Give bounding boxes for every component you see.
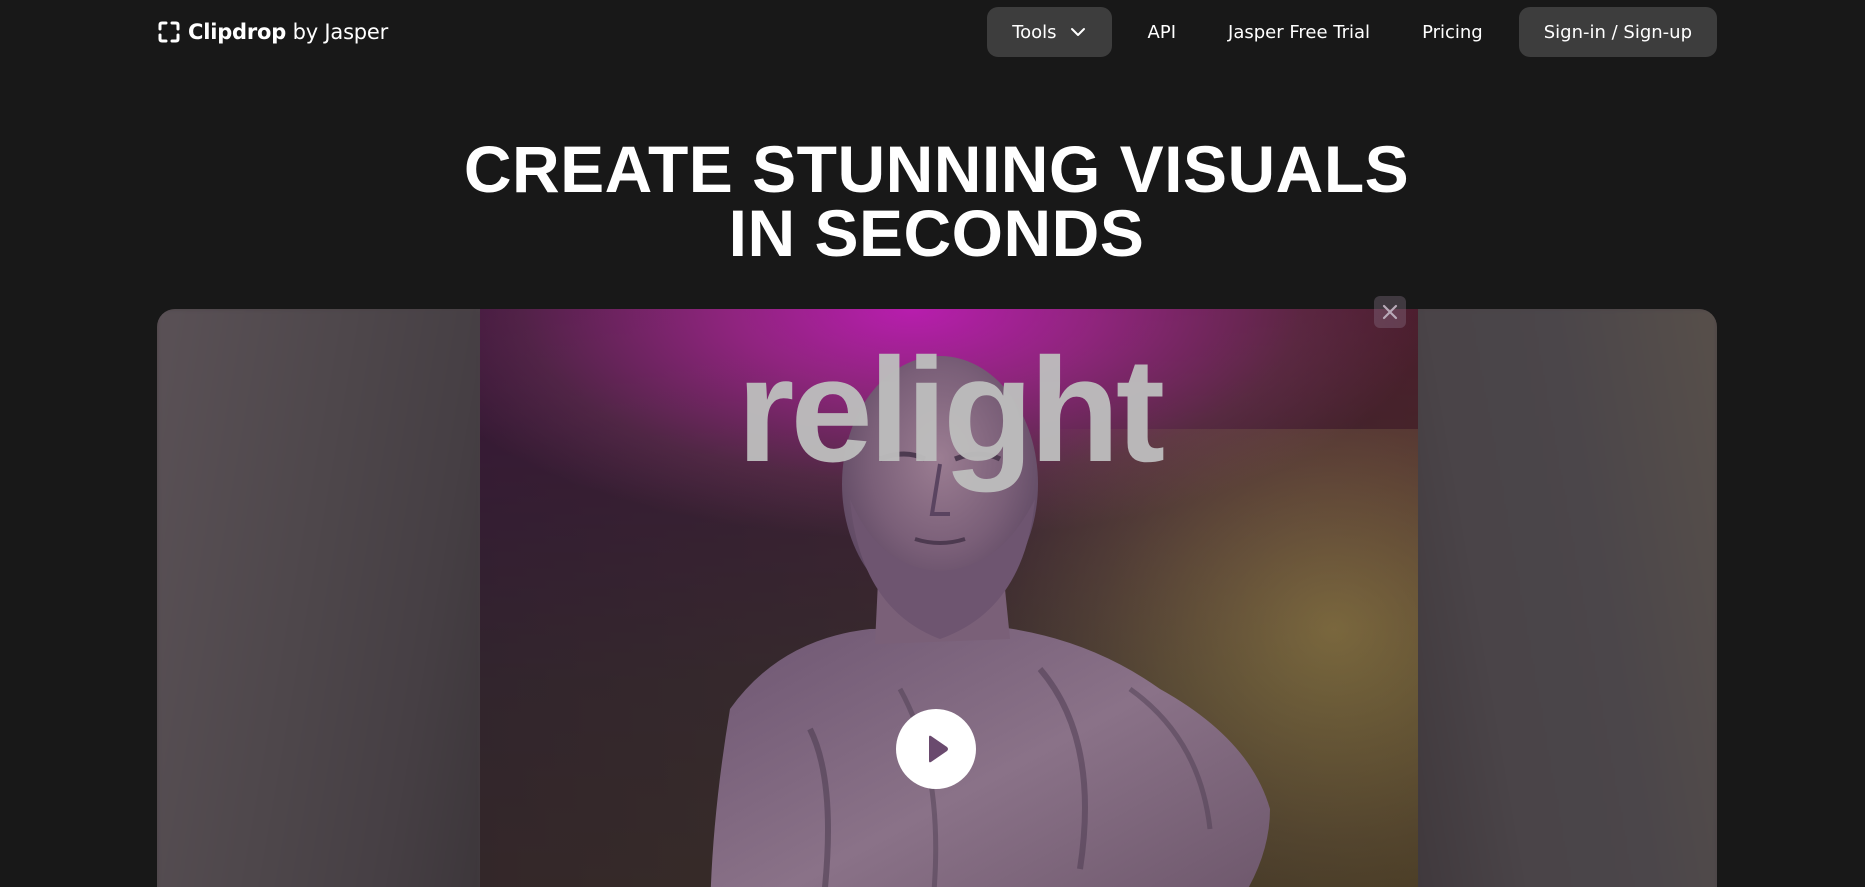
relight-overlay-text: relight [736, 328, 1165, 493]
pricing-link[interactable]: Pricing [1396, 7, 1509, 57]
hero-title-line-1: CREATE STUNNING VISUALS [463, 132, 1410, 206]
demo-video-frame[interactable]: relight [480, 309, 1418, 887]
logo-text: Clipdrop by Jasper [188, 20, 388, 44]
video-blur-backdrop-right [1415, 309, 1717, 887]
sign-in-button[interactable]: Sign-in / Sign-up [1518, 7, 1717, 57]
hero-title-line-2: IN SECONDS [728, 196, 1145, 270]
chevron-down-icon [1070, 28, 1085, 36]
jasper-free-trial-link[interactable]: Jasper Free Trial [1202, 7, 1396, 57]
play-video-button[interactable] [896, 709, 976, 789]
logo-suffix: by Jasper [286, 20, 389, 44]
close-icon [1382, 304, 1398, 320]
tools-label: Tools [1012, 21, 1057, 43]
api-link[interactable]: API [1122, 7, 1202, 57]
logo-brand: Clipdrop [188, 20, 287, 44]
clipdrop-bracket-icon [158, 21, 180, 43]
close-video-button[interactable] [1374, 296, 1406, 328]
clipdrop-logo-link[interactable]: Clipdrop by Jasper [157, 19, 388, 45]
tools-dropdown-button[interactable]: Tools [987, 7, 1112, 57]
demo-video-panel: relight [157, 309, 1717, 887]
hero-title: CREATE STUNNING VISUALS IN SECONDS [0, 132, 1865, 270]
top-navigation-bar: Clipdrop by Jasper Tools API Jasper Free… [0, 0, 1865, 64]
video-blur-backdrop-left [157, 309, 481, 887]
main-nav: Tools API Jasper Free Trial Pricing Sign… [987, 7, 1717, 57]
page: Clipdrop by Jasper Tools API Jasper Free… [0, 0, 1865, 887]
play-icon [929, 735, 948, 763]
